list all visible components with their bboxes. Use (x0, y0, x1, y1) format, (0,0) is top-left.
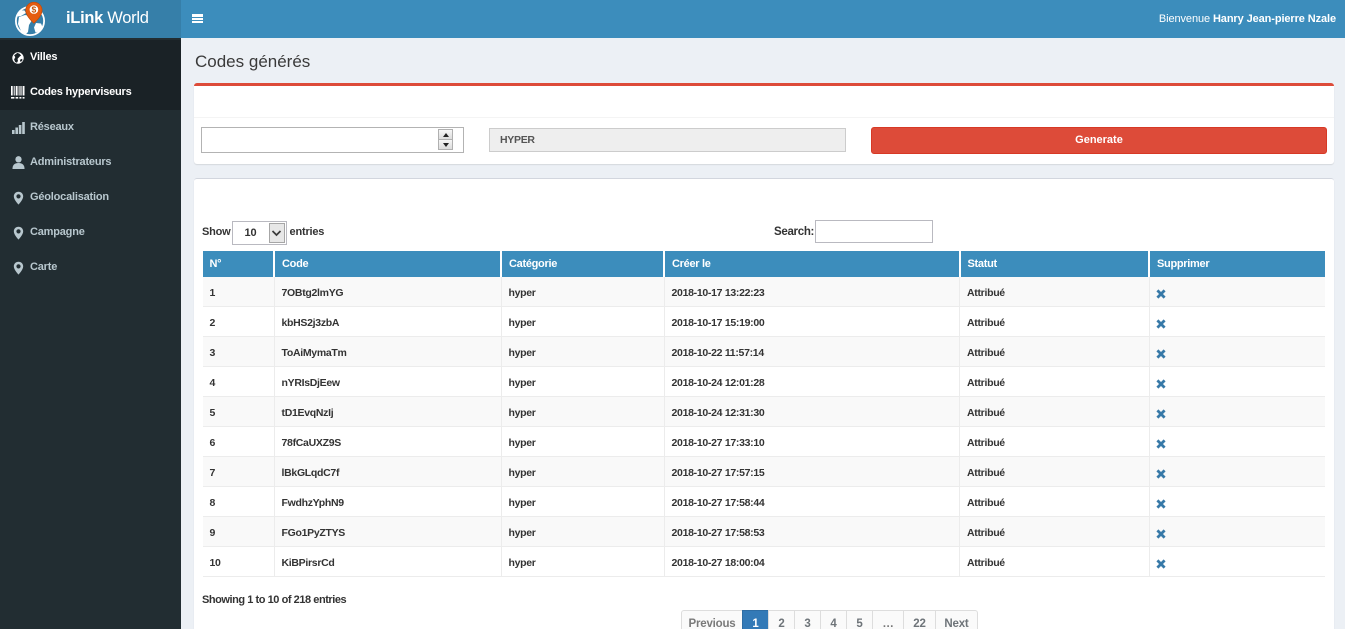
svg-text:$: $ (32, 5, 37, 15)
